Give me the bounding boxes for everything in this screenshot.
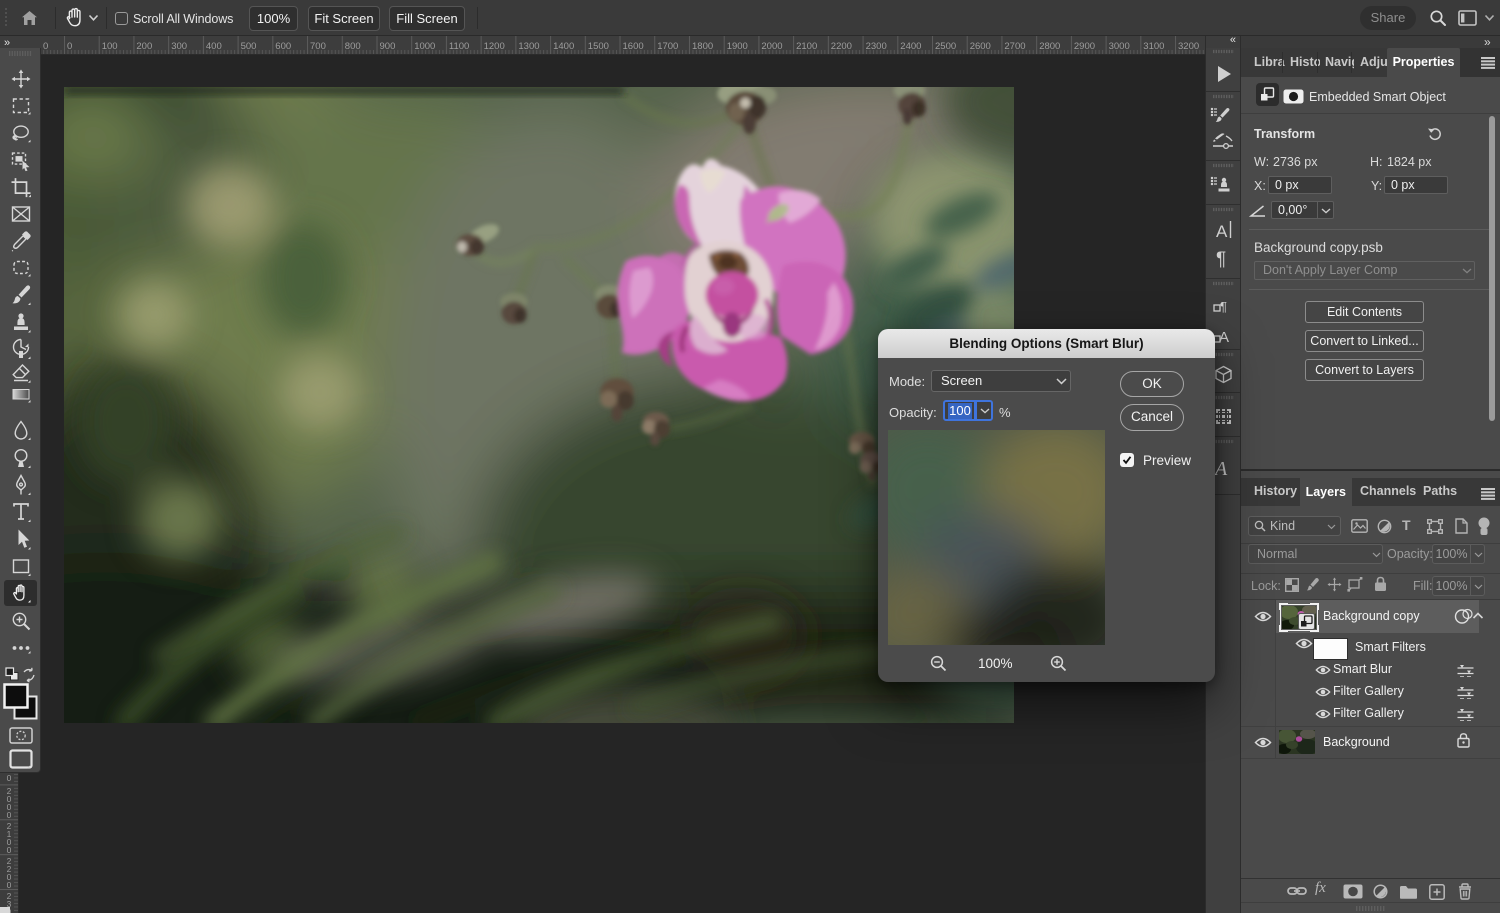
svg-text:3200: 3200 bbox=[1178, 41, 1199, 52]
svg-text:2200: 2200 bbox=[831, 41, 852, 52]
svg-text:0: 0 bbox=[7, 773, 12, 783]
svg-text:2700: 2700 bbox=[1004, 41, 1025, 52]
svg-text:2100: 2100 bbox=[796, 41, 817, 52]
svg-text:500: 500 bbox=[241, 41, 257, 52]
svg-text:900: 900 bbox=[380, 41, 396, 52]
svg-text:2000: 2000 bbox=[761, 41, 782, 52]
svg-text:100: 100 bbox=[102, 41, 118, 52]
svg-text:1600: 1600 bbox=[623, 41, 644, 52]
svg-text:2800: 2800 bbox=[1039, 41, 1060, 52]
svg-text:2600: 2600 bbox=[970, 41, 991, 52]
svg-text:200: 200 bbox=[136, 41, 152, 52]
svg-text:800: 800 bbox=[345, 41, 361, 52]
svg-text:1900: 1900 bbox=[727, 41, 748, 52]
svg-text:700: 700 bbox=[310, 41, 326, 52]
svg-text:1200: 1200 bbox=[484, 41, 505, 52]
svg-text:2500: 2500 bbox=[935, 41, 956, 52]
svg-text:0: 0 bbox=[7, 880, 12, 890]
svg-text:1400: 1400 bbox=[553, 41, 574, 52]
svg-text:1500: 1500 bbox=[588, 41, 609, 52]
svg-text:1700: 1700 bbox=[657, 41, 678, 52]
svg-text:0: 0 bbox=[43, 41, 48, 52]
svg-text:0: 0 bbox=[7, 845, 12, 855]
svg-text:1800: 1800 bbox=[692, 41, 713, 52]
svg-text:1000: 1000 bbox=[414, 41, 435, 52]
svg-text:3000: 3000 bbox=[1109, 41, 1130, 52]
svg-text:2900: 2900 bbox=[1074, 41, 1095, 52]
svg-text:A: A bbox=[1213, 458, 1228, 480]
svg-text:A: A bbox=[1216, 222, 1228, 241]
svg-text:1100: 1100 bbox=[449, 41, 469, 52]
svg-text:¶: ¶ bbox=[1216, 249, 1226, 270]
svg-text:2400: 2400 bbox=[900, 41, 921, 52]
svg-text:600: 600 bbox=[275, 41, 291, 52]
svg-text:300: 300 bbox=[171, 41, 187, 52]
svg-text:400: 400 bbox=[206, 41, 222, 52]
svg-text:3100: 3100 bbox=[1143, 41, 1164, 52]
svg-text:0: 0 bbox=[67, 41, 72, 52]
svg-text:1300: 1300 bbox=[518, 41, 539, 52]
svg-text:¶: ¶ bbox=[1220, 299, 1227, 314]
svg-text:0: 0 bbox=[7, 810, 12, 820]
svg-text:2300: 2300 bbox=[866, 41, 887, 52]
